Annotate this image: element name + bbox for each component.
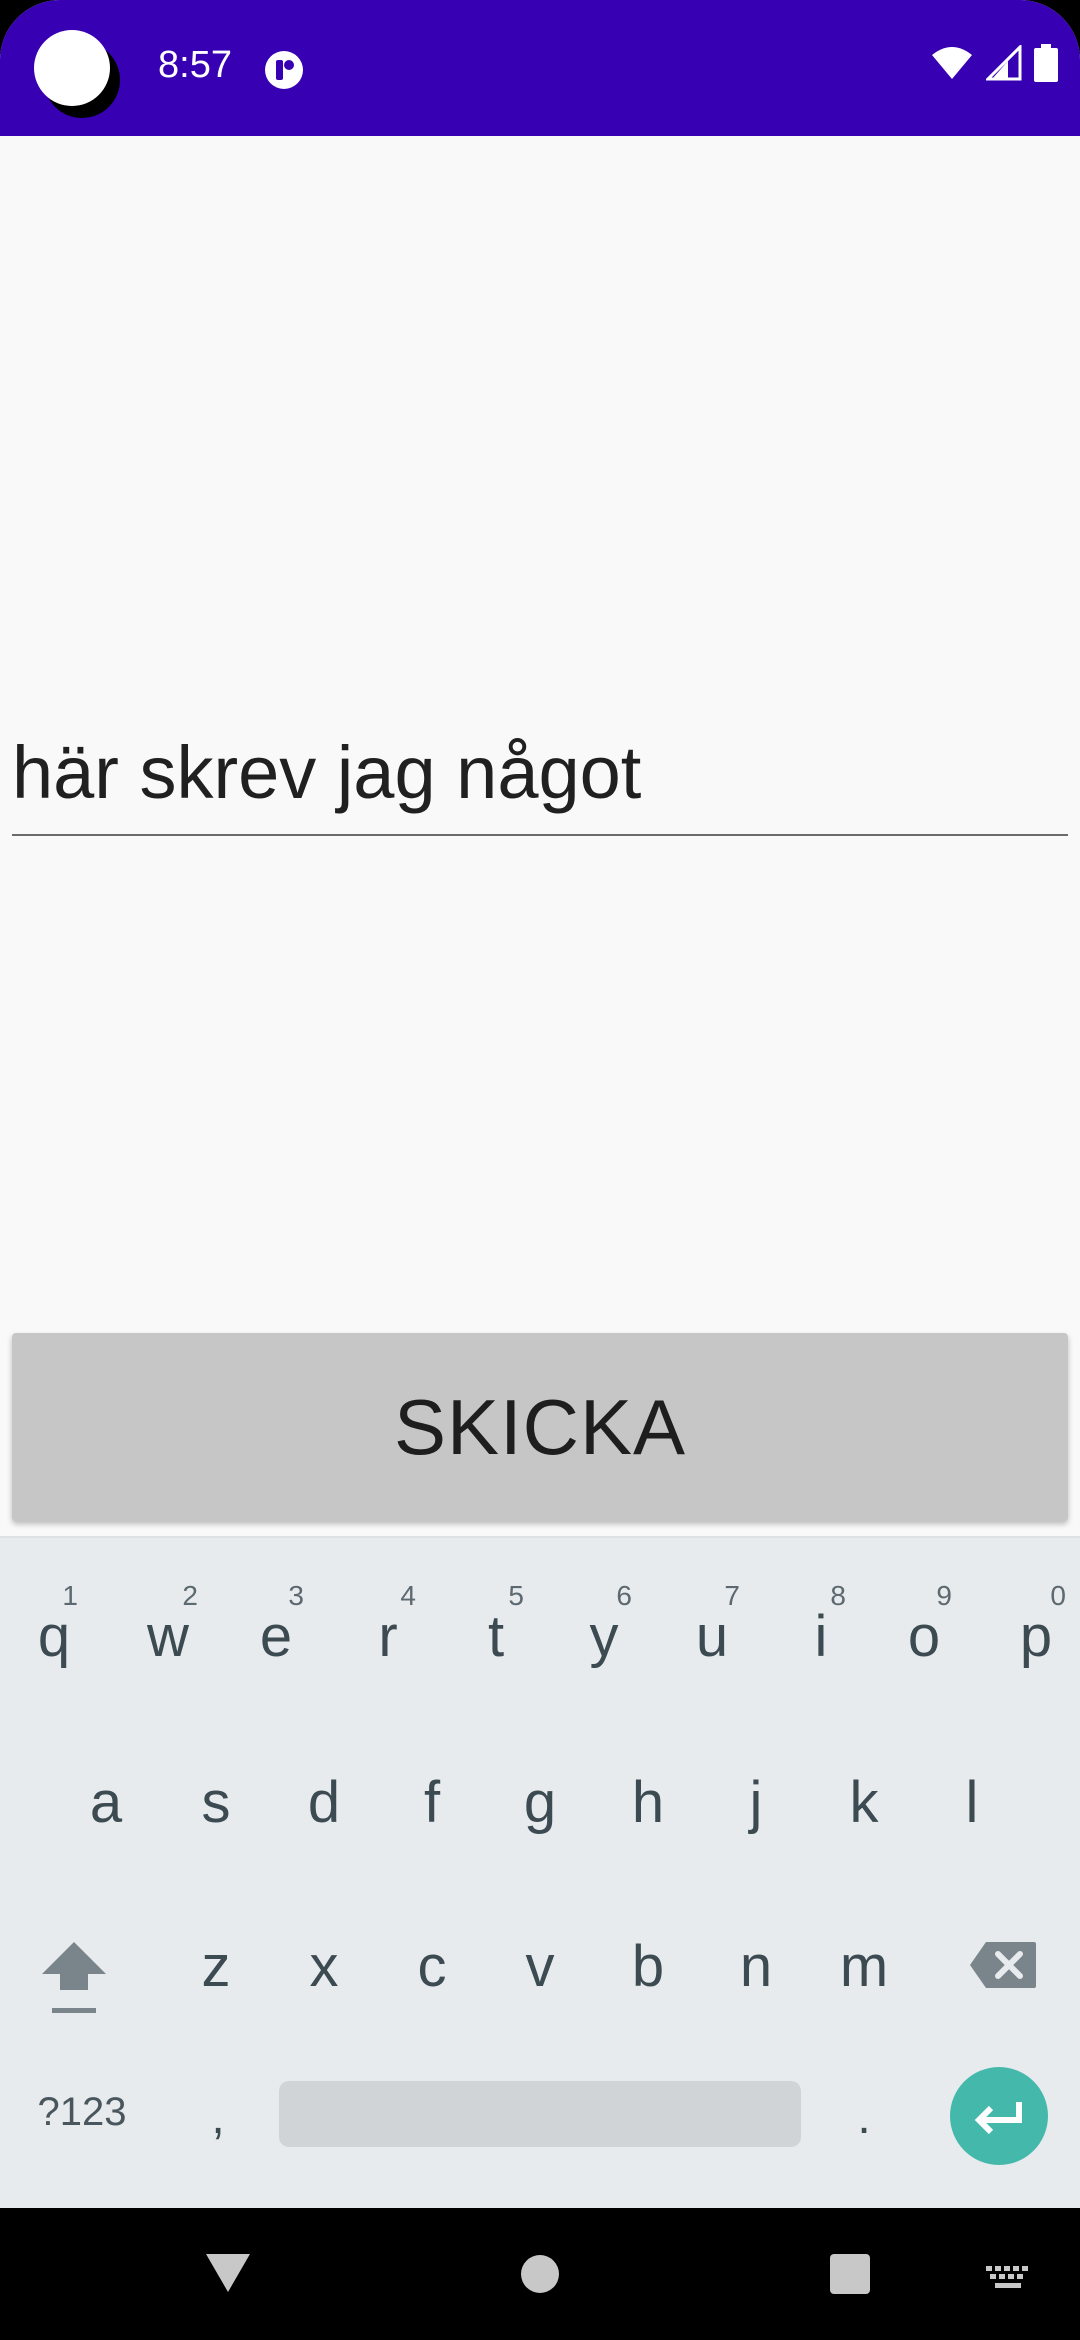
key-w[interactable]: 2w — [138, 1580, 198, 1666]
soft-keyboard: 1q 2w 3e 4r 5t 6y 7u 8i 9o 0p a s d f g … — [0, 1536, 1080, 2210]
enter-icon — [974, 2102, 1022, 2134]
key-l[interactable]: l — [952, 1774, 992, 1832]
signal-icon — [986, 45, 1022, 81]
key-d[interactable]: d — [304, 1774, 344, 1832]
status-icons — [930, 44, 1058, 82]
message-input-value: här skrev jag något — [12, 731, 642, 814]
status-bar: 8:57 — [0, 0, 1080, 136]
key-n[interactable]: n — [736, 1938, 776, 1996]
back-icon[interactable] — [204, 2252, 252, 2294]
home-icon[interactable] — [520, 2254, 560, 2294]
wifi-icon — [932, 47, 972, 79]
symbols-key[interactable]: ?123 — [30, 2090, 134, 2135]
space-key[interactable] — [279, 2081, 801, 2147]
shift-icon — [42, 1942, 106, 2013]
key-m[interactable]: m — [832, 1938, 896, 1996]
key-e[interactable]: 3e — [248, 1580, 304, 1666]
key-g[interactable]: g — [520, 1774, 560, 1832]
key-q[interactable]: 1q — [30, 1580, 78, 1666]
notification-app-icon — [265, 51, 303, 89]
status-time: 8:57 — [158, 44, 232, 86]
key-h[interactable]: h — [628, 1774, 668, 1832]
key-r[interactable]: 4r — [360, 1580, 416, 1666]
send-button-label: SKICKA — [393, 1382, 687, 1471]
enter-key[interactable] — [950, 2067, 1048, 2165]
key-v[interactable]: v — [520, 1938, 560, 1996]
shift-key[interactable] — [38, 1936, 110, 2022]
recents-icon[interactable] — [830, 2254, 870, 2294]
backspace-icon — [970, 1942, 1036, 1988]
key-a[interactable]: a — [86, 1774, 126, 1832]
key-k[interactable]: k — [844, 1774, 884, 1832]
battery-icon — [1034, 44, 1058, 82]
key-u[interactable]: 7u — [684, 1580, 740, 1666]
backspace-key[interactable] — [968, 1940, 1038, 1990]
key-o[interactable]: 9o — [896, 1580, 952, 1666]
key-p[interactable]: 0p — [1006, 1580, 1066, 1666]
key-y[interactable]: 6y — [576, 1580, 633, 1666]
navigation-bar — [0, 2208, 1080, 2340]
key-b[interactable]: b — [628, 1938, 668, 1996]
screen: 8:57 här skrev jag något SKICKA 1 q 2 w … — [0, 0, 1080, 2340]
key-z[interactable]: z — [196, 1938, 236, 1996]
key-t[interactable]: 5t — [468, 1580, 524, 1666]
key-j[interactable]: j — [736, 1774, 776, 1832]
key-f[interactable]: f — [412, 1774, 452, 1832]
comma-key[interactable]: , — [206, 2090, 230, 2145]
input-underline — [12, 834, 1068, 836]
key-s[interactable]: s — [196, 1774, 236, 1832]
send-button[interactable]: SKICKA — [12, 1333, 1068, 1521]
period-key[interactable]: . — [852, 2090, 876, 2145]
keyboard-switch-icon[interactable] — [986, 2266, 1030, 2294]
camera-cutout — [34, 30, 110, 106]
message-input[interactable]: här skrev jag något — [12, 720, 1068, 836]
key-i[interactable]: 8i — [796, 1580, 846, 1666]
key-x[interactable]: x — [304, 1938, 344, 1996]
key-c[interactable]: c — [412, 1938, 452, 1996]
